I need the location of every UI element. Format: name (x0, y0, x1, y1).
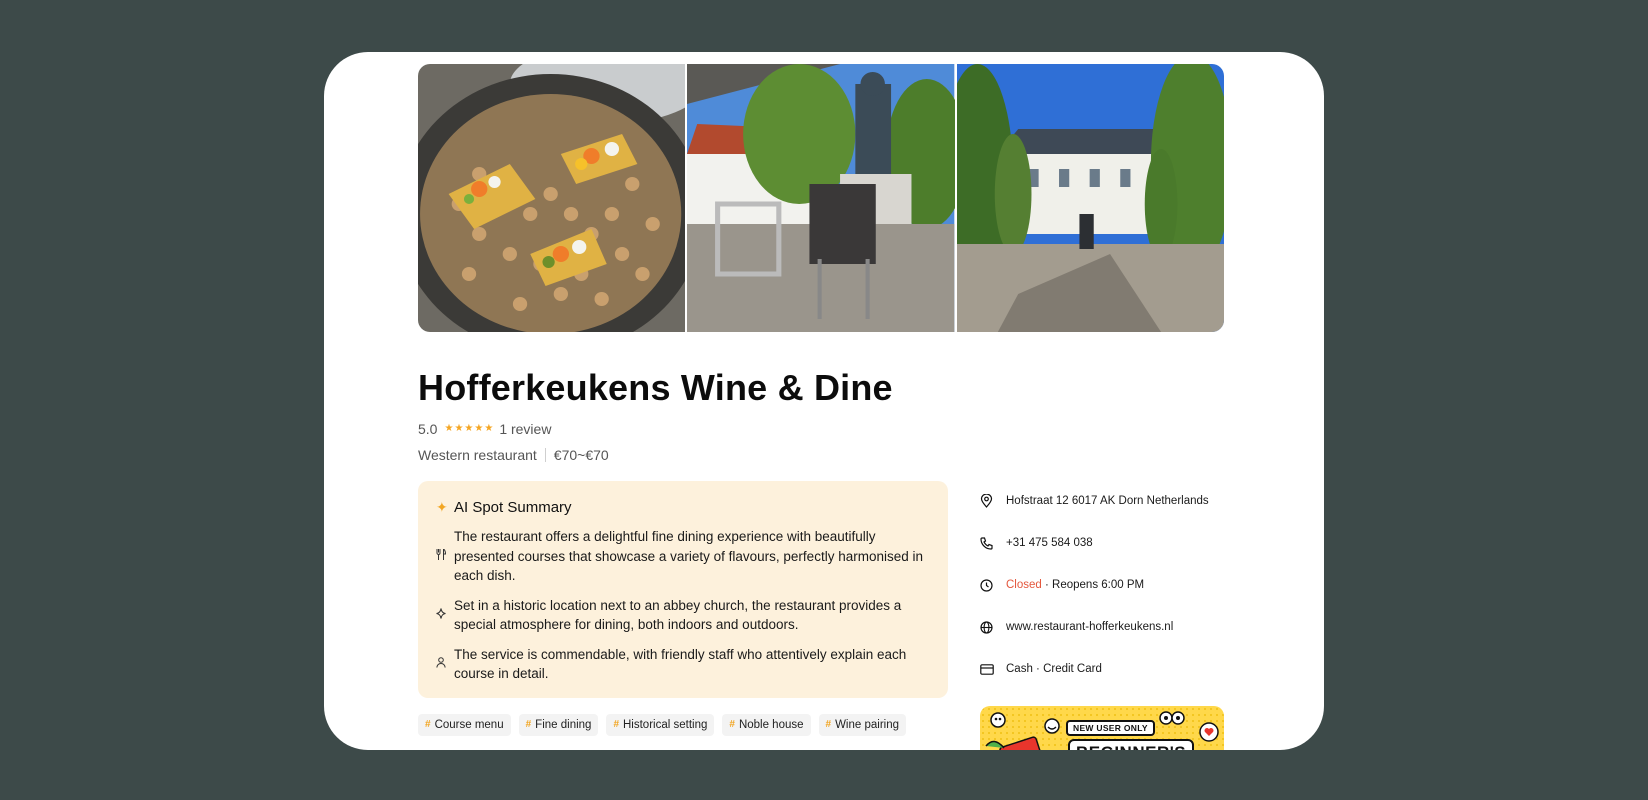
hash-icon: # (613, 719, 619, 730)
payment-row: Cash · Credit Card (980, 659, 1224, 679)
new-user-badge: NEW USER ONLY (1066, 720, 1155, 736)
open-status: Closed (1006, 579, 1042, 591)
rating-row: 5.0 ★ ★ ★ ★ ★ 1 review (418, 420, 1224, 438)
sparkles-icon: ✦ (436, 498, 448, 515)
tag-label: Wine pairing (835, 718, 899, 731)
hash-icon: # (425, 719, 431, 730)
hash-icon: # (825, 719, 832, 730)
clock-icon (980, 578, 1006, 592)
content: Hofferkeukens Wine & Dine 5.0 ★ ★ ★ ★ ★ … (418, 64, 1224, 750)
summary-item: The restaurant offers a delightful fine … (436, 527, 930, 586)
tag-label: Noble house (738, 718, 804, 731)
restaurant-name: Hofferkeukens Wine & Dine (418, 367, 893, 408)
location-pin-icon (980, 494, 1006, 508)
ai-summary-heading: AI Spot Summary (454, 498, 572, 516)
tag-label: Fine dining (535, 718, 592, 731)
credit-card-icon (980, 663, 1006, 675)
website-link[interactable]: www.restaurant-hofferkeukens.nl (1006, 621, 1173, 633)
tag-chip[interactable]: # Historical setting (606, 713, 715, 736)
details-section: ✦ AI Spot Summary The restaurant offers … (418, 481, 1224, 750)
phone-icon (980, 536, 1006, 550)
beginner-promo-banner[interactable]: NEW USER ONLY BEGINNER'S (980, 706, 1224, 750)
address-row[interactable]: Hofstraat 12 6017 AK Dorn Netherlands (980, 491, 1224, 511)
ai-summary-header: ✦ AI Spot Summary (436, 497, 930, 517)
tag-label: Historical setting (623, 718, 708, 731)
summary-text: The service is commendable, with friendl… (454, 646, 907, 682)
photo-gallery[interactable] (418, 64, 1224, 332)
tag-chip[interactable]: # Fine dining (518, 713, 599, 736)
hours-row[interactable]: Closed · Reopens 6:00 PM (980, 575, 1224, 595)
rating-value: 5.0 (418, 421, 438, 437)
summary-text: The restaurant offers a delightful fine … (454, 529, 923, 583)
website-row[interactable]: www.restaurant-hofferkeukens.nl (980, 617, 1224, 637)
summary-text: Set in a historic location next to an ab… (454, 597, 902, 633)
hash-icon: # (729, 719, 735, 730)
review-count-link[interactable]: 1 review (499, 421, 551, 437)
ai-summary-box: ✦ AI Spot Summary The restaurant offers … (418, 481, 948, 698)
star-icon: ★ (484, 423, 494, 434)
rating-stars: ★ ★ ★ ★ ★ (444, 424, 493, 434)
cutlery-icon (436, 548, 454, 563)
tag-label: Course menu (434, 718, 504, 731)
sparkle-icon (436, 608, 454, 622)
terrace-photo[interactable] (687, 64, 955, 332)
restaurant-card: Hofferkeukens Wine & Dine 5.0 ★ ★ ★ ★ ★ … (324, 52, 1324, 750)
star-icon: ★ (454, 423, 464, 434)
phone-text: +31 475 584 038 (1006, 537, 1093, 549)
summary-item: Set in a historic location next to an ab… (436, 596, 930, 635)
category-label: Western restaurant (418, 447, 537, 463)
divider (544, 448, 546, 462)
star-icon: ★ (464, 423, 474, 434)
promo-headline: BEGINNER'S (1068, 739, 1195, 750)
tag-chip[interactable]: # Wine pairing (818, 713, 906, 736)
phone-row[interactable]: +31 475 584 038 (980, 533, 1224, 553)
meta-row: Western restaurant €70~€70 (418, 446, 1224, 464)
address-text: Hofstraat 12 6017 AK Dorn Netherlands (1006, 495, 1209, 507)
hash-icon: # (525, 719, 532, 730)
summary-item: The service is commendable, with friendl… (436, 645, 930, 684)
tag-chip[interactable]: # Noble house (722, 713, 811, 736)
reopen-time: · Reopens 6:00 PM (1041, 579, 1145, 591)
left-column: ✦ AI Spot Summary The restaurant offers … (418, 481, 948, 750)
price-range: €70~€70 (553, 447, 609, 463)
info-column: Hofstraat 12 6017 AK Dorn Netherlands +3… (980, 481, 1224, 750)
tag-list: # Course menu # Fine dining # Historical se… (418, 713, 948, 736)
payment-text: Cash · Credit Card (1006, 663, 1102, 675)
globe-icon (980, 620, 1006, 634)
building-photo[interactable] (956, 64, 1224, 332)
star-icon: ★ (474, 423, 484, 434)
person-icon (436, 657, 454, 671)
tag-chip[interactable]: # Course menu (418, 713, 511, 736)
star-icon: ★ (444, 423, 454, 434)
food-photo[interactable] (418, 64, 686, 332)
